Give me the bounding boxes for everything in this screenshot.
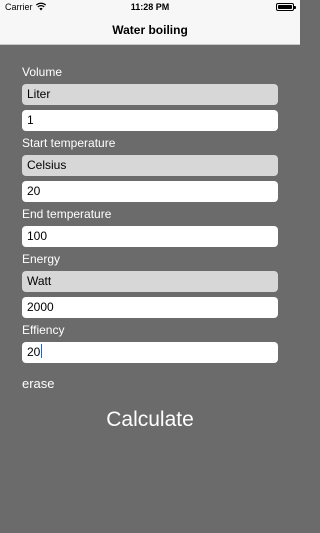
energy-input[interactable]: 2000 [22,297,278,318]
status-bar: Carrier 11:28 PM [0,0,300,15]
volume-label: Volume [22,65,63,79]
end-temperature-input[interactable]: 100 [22,226,278,247]
battery-icon [276,3,296,11]
start-temperature-input[interactable]: 20 [22,181,278,202]
text-cursor [41,344,43,358]
calculate-button[interactable]: Calculate [0,408,300,432]
efficiency-label: Effiency [22,323,65,337]
start-temperature-unit-select[interactable]: Celsius [22,155,278,176]
energy-unit-select[interactable]: Watt [22,271,278,292]
efficiency-value: 20 [27,345,41,359]
status-time: 11:28 PM [130,2,170,12]
start-temperature-label: Start temperature [22,136,116,150]
volume-input[interactable]: 1 [22,110,278,131]
volume-unit-select[interactable]: Liter [22,84,278,105]
nav-bar: Water boiling [0,15,300,45]
erase-button[interactable]: erase [22,376,55,391]
end-temperature-label: End temperature [22,207,112,221]
page-title: Water boiling [112,23,188,37]
efficiency-input[interactable]: 20 [22,342,278,363]
energy-label: Energy [22,252,61,266]
